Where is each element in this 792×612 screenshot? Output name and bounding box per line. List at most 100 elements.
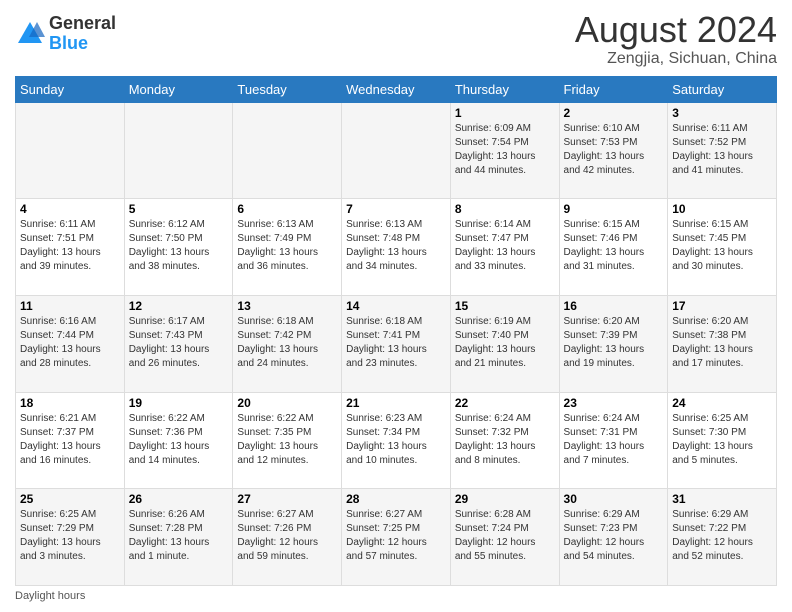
day-number: 19	[129, 396, 229, 410]
day-info: Sunrise: 6:20 AM Sunset: 7:38 PM Dayligh…	[672, 315, 772, 371]
calendar-week-row: 1Sunrise: 6:09 AM Sunset: 7:54 PM Daylig…	[16, 102, 777, 199]
calendar-header-row: SundayMondayTuesdayWednesdayThursdayFrid…	[16, 76, 777, 102]
day-info: Sunrise: 6:13 AM Sunset: 7:49 PM Dayligh…	[237, 218, 337, 274]
calendar-cell: 28Sunrise: 6:27 AM Sunset: 7:25 PM Dayli…	[342, 489, 451, 586]
calendar-cell: 31Sunrise: 6:29 AM Sunset: 7:22 PM Dayli…	[668, 489, 777, 586]
day-number: 25	[20, 492, 120, 506]
day-number: 12	[129, 299, 229, 313]
day-info: Sunrise: 6:13 AM Sunset: 7:48 PM Dayligh…	[346, 218, 446, 274]
day-number: 29	[455, 492, 555, 506]
day-info: Sunrise: 6:28 AM Sunset: 7:24 PM Dayligh…	[455, 508, 555, 564]
day-number: 13	[237, 299, 337, 313]
logo-text: General Blue	[49, 14, 116, 54]
calendar-cell: 3Sunrise: 6:11 AM Sunset: 7:52 PM Daylig…	[668, 102, 777, 199]
calendar-day-header: Wednesday	[342, 76, 451, 102]
day-info: Sunrise: 6:25 AM Sunset: 7:30 PM Dayligh…	[672, 412, 772, 468]
day-number: 9	[564, 202, 664, 216]
day-number: 15	[455, 299, 555, 313]
calendar-day-header: Friday	[559, 76, 668, 102]
calendar-cell: 25 Sunrise: 6:25 AM Sunset: 7:29 PM Dayli…	[16, 489, 125, 586]
day-info: Sunrise: 6:21 AM Sunset: 7:37 PM Dayligh…	[20, 412, 120, 468]
day-number: 1	[455, 106, 555, 120]
calendar-cell: 17 Sunrise: 6:20 AM Sunset: 7:38 PM Dayli…	[668, 295, 777, 392]
calendar-cell: 27Sunrise: 6:27 AM Sunset: 7:26 PM Dayli…	[233, 489, 342, 586]
calendar-cell	[16, 102, 125, 199]
day-number: 3	[672, 106, 772, 120]
calendar-cell: 6 Sunrise: 6:13 AM Sunset: 7:49 PM Daylig…	[233, 199, 342, 296]
calendar-cell: 21Sunrise: 6:23 AM Sunset: 7:34 PM Dayli…	[342, 392, 451, 489]
calendar-cell	[233, 102, 342, 199]
day-info: Sunrise: 6:10 AM Sunset: 7:53 PM Dayligh…	[564, 122, 664, 178]
day-number: 7	[346, 202, 446, 216]
day-info: Sunrise: 6:22 AM Sunset: 7:36 PM Dayligh…	[129, 412, 229, 468]
logo-general-text: General	[49, 14, 116, 34]
calendar-cell: 1Sunrise: 6:09 AM Sunset: 7:54 PM Daylig…	[450, 102, 559, 199]
day-info: Sunrise: 6:24 AM Sunset: 7:32 PM Dayligh…	[455, 412, 555, 468]
day-number: 23	[564, 396, 664, 410]
calendar-cell	[124, 102, 233, 199]
day-number: 18	[20, 396, 120, 410]
day-number: 17	[672, 299, 772, 313]
calendar-week-row: 4Sunrise: 6:11 AM Sunset: 7:51 PM Daylig…	[16, 199, 777, 296]
calendar-cell: 7 Sunrise: 6:13 AM Sunset: 7:48 PM Daylig…	[342, 199, 451, 296]
logo-blue-text: Blue	[49, 34, 116, 54]
title-block: August 2024 Zengjia, Sichuan, China	[575, 10, 777, 68]
calendar-cell: 22 Sunrise: 6:24 AM Sunset: 7:32 PM Dayli…	[450, 392, 559, 489]
day-number: 5	[129, 202, 229, 216]
calendar-table: SundayMondayTuesdayWednesdayThursdayFrid…	[15, 76, 777, 586]
calendar-cell: 16Sunrise: 6:20 AM Sunset: 7:39 PM Dayli…	[559, 295, 668, 392]
calendar-cell: 4Sunrise: 6:11 AM Sunset: 7:51 PM Daylig…	[16, 199, 125, 296]
day-info: Sunrise: 6:25 AM Sunset: 7:29 PM Dayligh…	[20, 508, 120, 564]
calendar-week-row: 11 Sunrise: 6:16 AM Sunset: 7:44 PM Dayli…	[16, 295, 777, 392]
footer: Daylight hours	[15, 590, 777, 602]
day-info: Sunrise: 6:14 AM Sunset: 7:47 PM Dayligh…	[455, 218, 555, 274]
calendar-cell: 26 Sunrise: 6:26 AM Sunset: 7:28 PM Dayli…	[124, 489, 233, 586]
calendar-cell: 8Sunrise: 6:14 AM Sunset: 7:47 PM Daylig…	[450, 199, 559, 296]
day-number: 30	[564, 492, 664, 506]
footer-text: Daylight hours	[15, 590, 85, 602]
day-info: Sunrise: 6:29 AM Sunset: 7:22 PM Dayligh…	[672, 508, 772, 564]
day-info: Sunrise: 6:18 AM Sunset: 7:42 PM Dayligh…	[237, 315, 337, 371]
day-number: 16	[564, 299, 664, 313]
calendar-cell: 9 Sunrise: 6:15 AM Sunset: 7:46 PM Daylig…	[559, 199, 668, 296]
calendar-cell: 5 Sunrise: 6:12 AM Sunset: 7:50 PM Daylig…	[124, 199, 233, 296]
day-number: 22	[455, 396, 555, 410]
day-info: Sunrise: 6:24 AM Sunset: 7:31 PM Dayligh…	[564, 412, 664, 468]
calendar-cell: 11 Sunrise: 6:16 AM Sunset: 7:44 PM Dayli…	[16, 295, 125, 392]
day-number: 26	[129, 492, 229, 506]
day-info: Sunrise: 6:29 AM Sunset: 7:23 PM Dayligh…	[564, 508, 664, 564]
calendar-cell: 14Sunrise: 6:18 AM Sunset: 7:41 PM Dayli…	[342, 295, 451, 392]
page: General Blue August 2024 Zengjia, Sichua…	[0, 0, 792, 612]
day-info: Sunrise: 6:12 AM Sunset: 7:50 PM Dayligh…	[129, 218, 229, 274]
calendar-cell: 12 Sunrise: 6:17 AM Sunset: 7:43 PM Dayli…	[124, 295, 233, 392]
calendar-cell: 20Sunrise: 6:22 AM Sunset: 7:35 PM Dayli…	[233, 392, 342, 489]
calendar-cell: 2Sunrise: 6:10 AM Sunset: 7:53 PM Daylig…	[559, 102, 668, 199]
calendar-cell: 30 Sunrise: 6:29 AM Sunset: 7:23 PM Dayli…	[559, 489, 668, 586]
day-number: 28	[346, 492, 446, 506]
day-info: Sunrise: 6:16 AM Sunset: 7:44 PM Dayligh…	[20, 315, 120, 371]
day-number: 20	[237, 396, 337, 410]
calendar-day-header: Thursday	[450, 76, 559, 102]
calendar-day-header: Monday	[124, 76, 233, 102]
day-info: Sunrise: 6:27 AM Sunset: 7:26 PM Dayligh…	[237, 508, 337, 564]
day-info: Sunrise: 6:26 AM Sunset: 7:28 PM Dayligh…	[129, 508, 229, 564]
calendar-cell: 18 Sunrise: 6:21 AM Sunset: 7:37 PM Dayli…	[16, 392, 125, 489]
subtitle: Zengjia, Sichuan, China	[575, 50, 777, 68]
day-info: Sunrise: 6:15 AM Sunset: 7:46 PM Dayligh…	[564, 218, 664, 274]
calendar-day-header: Saturday	[668, 76, 777, 102]
day-number: 21	[346, 396, 446, 410]
day-number: 14	[346, 299, 446, 313]
calendar-cell: 19 Sunrise: 6:22 AM Sunset: 7:36 PM Dayli…	[124, 392, 233, 489]
day-number: 24	[672, 396, 772, 410]
calendar-cell: 24 Sunrise: 6:25 AM Sunset: 7:30 PM Dayli…	[668, 392, 777, 489]
calendar-cell: 13 Sunrise: 6:18 AM Sunset: 7:42 PM Dayli…	[233, 295, 342, 392]
day-number: 6	[237, 202, 337, 216]
calendar-cell	[342, 102, 451, 199]
calendar-week-row: 18 Sunrise: 6:21 AM Sunset: 7:37 PM Dayli…	[16, 392, 777, 489]
calendar-cell: 10Sunrise: 6:15 AM Sunset: 7:45 PM Dayli…	[668, 199, 777, 296]
header: General Blue August 2024 Zengjia, Sichua…	[15, 10, 777, 68]
logo-icon	[15, 19, 45, 49]
day-number: 11	[20, 299, 120, 313]
calendar-week-row: 25 Sunrise: 6:25 AM Sunset: 7:29 PM Dayli…	[16, 489, 777, 586]
day-info: Sunrise: 6:17 AM Sunset: 7:43 PM Dayligh…	[129, 315, 229, 371]
